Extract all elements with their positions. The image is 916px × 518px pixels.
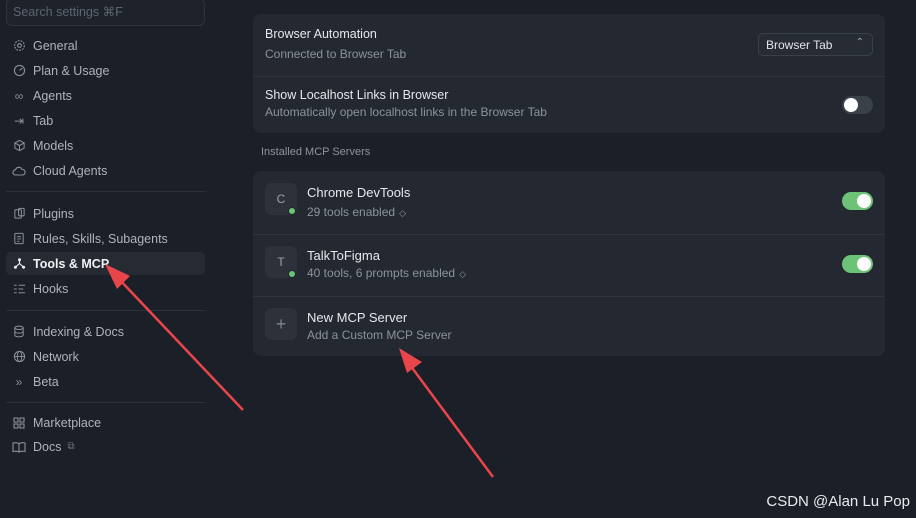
sidebar-divider — [6, 191, 205, 192]
sidebar-item-plugins[interactable]: Plugins — [6, 202, 205, 225]
sidebar-item-docs[interactable]: Docs ⧉ — [6, 435, 205, 458]
browser-automation-title: Browser Automation — [265, 27, 377, 41]
browser-automation-select[interactable]: Browser Tab ⌃ — [758, 33, 873, 56]
row-divider — [253, 234, 885, 235]
sidebar-item-marketplace[interactable]: Marketplace — [6, 411, 205, 434]
sidebar-item-label: Indexing & Docs — [33, 324, 125, 339]
toggle-knob — [857, 194, 871, 208]
globe-icon — [12, 350, 26, 364]
localhost-links-subtitle: Automatically open localhost links in th… — [265, 105, 547, 119]
sidebar-item-tab[interactable]: ⇥ Tab — [6, 109, 205, 132]
sidebar-item-label: Network — [33, 349, 79, 364]
browser-automation-subtitle: Connected to Browser Tab — [265, 47, 407, 61]
sidebar-item-label: Rules, Skills, Subagents — [33, 231, 168, 246]
sidebar-item-label: General — [33, 38, 78, 53]
chrome-devtools-toggle[interactable] — [842, 192, 873, 210]
sidebar-item-label: Models — [33, 138, 74, 153]
sidebar: General Plan & Usage ∞ Agents ⇥ Tab Mode… — [0, 0, 212, 518]
new-mcp-server-button[interactable]: + New MCP Server Add a Custom MCP Server — [253, 297, 885, 355]
section-label: Installed MCP Servers — [261, 146, 371, 158]
server-name: Chrome DevTools — [307, 185, 411, 200]
hooks-icon — [12, 282, 26, 296]
sidebar-item-network[interactable]: Network — [6, 345, 205, 368]
updown-chevron-icon: ◇ — [459, 269, 467, 279]
cube-icon — [12, 139, 26, 153]
tab-arrow-icon: ⇥ — [13, 113, 25, 128]
localhost-links-title: Show Localhost Links in Browser — [265, 88, 449, 102]
talktofigma-toggle[interactable] — [842, 255, 873, 273]
sidebar-item-indexing-docs[interactable]: Indexing & Docs — [6, 320, 205, 343]
infinity-icon: ∞ — [14, 88, 24, 103]
sidebar-item-beta[interactable]: » Beta — [6, 370, 205, 393]
sidebar-divider — [6, 310, 205, 311]
sidebar-item-label: Tab — [33, 113, 54, 128]
book-icon — [12, 440, 26, 454]
annotation-arrow-new-server — [408, 364, 495, 478]
sidebar-item-tools-mcp[interactable]: Tools & MCP — [6, 252, 205, 275]
server-detail-button[interactable]: 40 tools, 6 prompts enabled ◇ — [307, 266, 466, 280]
server-detail: 29 tools enabled — [307, 205, 396, 219]
sidebar-divider — [6, 402, 205, 403]
server-detail-button[interactable]: 29 tools enabled ◇ — [307, 205, 406, 219]
double-chevron-icon: » — [15, 374, 23, 389]
sidebar-item-rules[interactable]: Rules, Skills, Subagents — [6, 227, 205, 250]
cloud-icon — [12, 164, 26, 178]
new-server-subtitle: Add a Custom MCP Server — [307, 328, 452, 342]
status-dot-icon — [288, 207, 296, 215]
puzzle-icon — [12, 207, 26, 221]
localhost-links-toggle[interactable] — [842, 96, 873, 114]
nodes-icon — [12, 257, 26, 271]
sidebar-item-label: Plugins — [33, 206, 74, 221]
sidebar-item-hooks[interactable]: Hooks — [6, 277, 205, 300]
sidebar-item-general[interactable]: General — [6, 34, 205, 57]
watermark: CSDN @Alan Lu Pop — [766, 493, 910, 510]
document-icon — [12, 232, 26, 246]
updown-chevron-icon: ⌃ — [855, 37, 864, 48]
sidebar-item-label: Hooks — [33, 281, 69, 296]
status-dot-icon — [288, 270, 296, 278]
row-divider — [253, 76, 885, 77]
sidebar-item-label: Agents — [33, 88, 72, 103]
new-server-title: New MCP Server — [307, 310, 408, 325]
toggle-knob — [857, 257, 871, 271]
gauge-icon — [12, 64, 26, 78]
sidebar-item-plan-usage[interactable]: Plan & Usage — [6, 59, 205, 82]
sidebar-item-agents[interactable]: ∞ Agents — [6, 84, 205, 107]
sidebar-item-label: Tools & MCP — [33, 256, 110, 271]
sidebar-item-label: Marketplace — [33, 415, 102, 430]
sidebar-item-label: Beta — [33, 374, 59, 389]
sidebar-item-cloud-agents[interactable]: Cloud Agents — [6, 159, 205, 182]
sidebar-item-models[interactable]: Models — [6, 134, 205, 157]
plus-icon: + — [265, 308, 297, 340]
server-name: TalkToFigma — [307, 248, 380, 263]
grid-icon — [12, 416, 26, 430]
sidebar-item-label: Docs — [33, 439, 62, 454]
external-link-icon: ⧉ — [67, 441, 75, 452]
select-value: Browser Tab — [766, 37, 833, 52]
sidebar-item-label: Plan & Usage — [33, 63, 110, 78]
search-input[interactable] — [13, 5, 198, 19]
updown-chevron-icon: ◇ — [399, 208, 406, 218]
server-detail: 40 tools, 6 prompts enabled — [307, 266, 456, 280]
search-box[interactable] — [6, 0, 205, 26]
database-icon — [12, 325, 26, 339]
settings-window: General Plan & Usage ∞ Agents ⇥ Tab Mode… — [0, 0, 916, 518]
sidebar-item-label: Cloud Agents — [33, 163, 108, 178]
gear-icon — [12, 39, 26, 53]
toggle-knob — [844, 98, 858, 112]
